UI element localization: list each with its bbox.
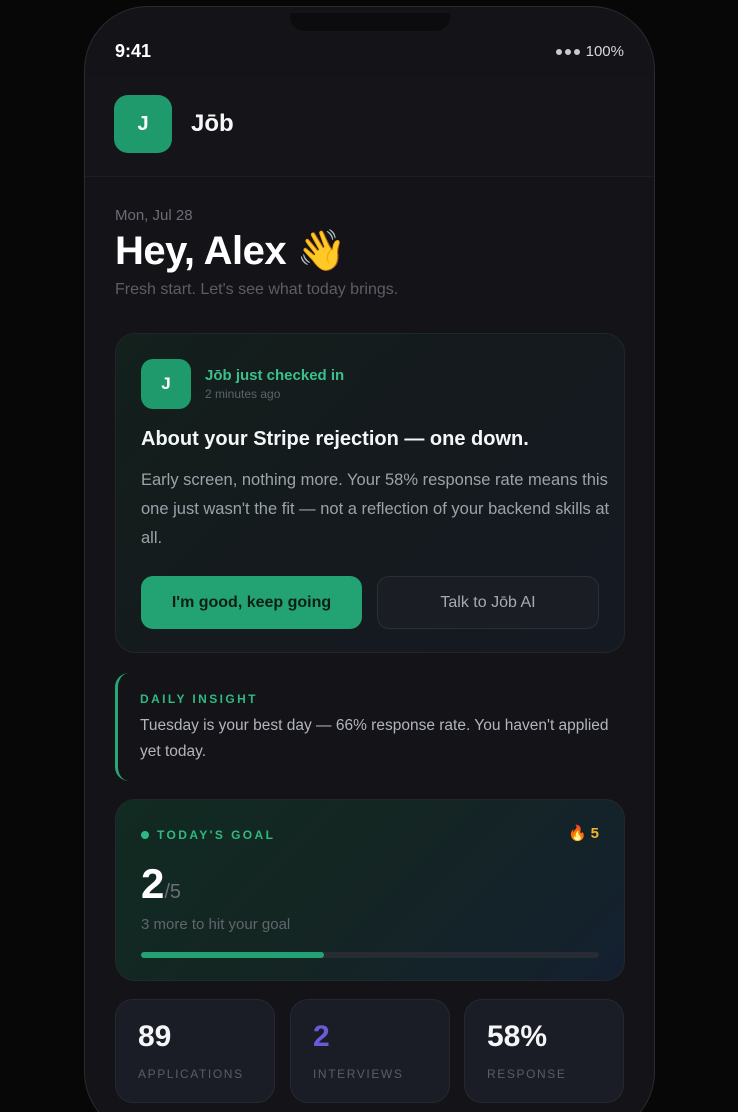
stat-value: 2 — [313, 1020, 330, 1053]
goal-total: /5 — [164, 881, 182, 903]
checkin-avatar: J — [141, 359, 191, 409]
streak-badge: 🔥 5 — [567, 824, 599, 843]
stat-label: RESPONSE — [487, 1067, 567, 1081]
stat-card-response[interactable]: 58% RESPONSE — [464, 999, 624, 1103]
stat-label: INTERVIEWS — [313, 1067, 404, 1081]
stat-card-interviews[interactable]: 2 INTERVIEWS — [290, 999, 450, 1103]
goal-label-text: TODAY'S GOAL — [157, 828, 276, 842]
app-logo[interactable]: J — [114, 95, 172, 153]
checkin-title: About your Stripe rejection — one down. — [141, 428, 529, 450]
waving-hand-icon: 👋 — [296, 229, 347, 273]
checkin-card: J Jōb just checked in 2 minutes ago Abou… — [115, 333, 625, 653]
goal-current: 2 — [141, 860, 165, 907]
signal-icon — [555, 48, 580, 55]
stat-label: APPLICATIONS — [138, 1067, 244, 1081]
goal-progress-bar — [141, 952, 599, 958]
stat-value: 58% — [487, 1020, 548, 1053]
status-bar: 9:41 100% — [85, 37, 654, 67]
todays-goal-card[interactable]: TODAY'S GOAL 🔥 5 2/5 3 more to hit your … — [115, 799, 625, 981]
streak-count: 5 — [590, 824, 599, 842]
goal-progress-fill — [141, 952, 325, 958]
battery-level: 100% — [585, 43, 624, 60]
stat-value: 89 — [138, 1020, 172, 1053]
stats-row: 89 APPLICATIONS 2 INTERVIEWS 58% RESPONS… — [115, 999, 625, 1103]
goal-subtext: 3 more to hit your goal — [141, 916, 291, 933]
app-header: J Jōb — [85, 77, 654, 177]
status-indicators: 100% — [555, 43, 624, 60]
phone-frame: 9:41 100% J Jōb Mon, Jul 28 Hey, Alex 👋 … — [84, 6, 655, 1112]
current-date: Mon, Jul 28 — [115, 207, 193, 224]
insight-accent-bar — [115, 673, 129, 781]
goal-label: TODAY'S GOAL — [141, 828, 275, 842]
stat-card-applications[interactable]: 89 APPLICATIONS — [115, 999, 275, 1103]
greeting-subtitle: Fresh start. Let's see what today brings… — [115, 281, 399, 298]
greeting-title: Hey, Alex 👋 — [115, 227, 347, 274]
talk-to-ai-button[interactable]: Talk to Jōb AI — [377, 576, 599, 629]
notch — [290, 13, 450, 31]
app-title: Jōb — [191, 110, 234, 137]
fire-icon: 🔥 — [567, 825, 587, 842]
goal-progress-count: 2/5 — [141, 860, 181, 908]
checkin-sender: Jōb just checked in — [205, 367, 345, 384]
keep-going-button[interactable]: I'm good, keep going — [141, 576, 362, 629]
status-dot-icon — [141, 831, 149, 839]
checkin-message: Early screen, nothing more. Your 58% res… — [141, 471, 610, 547]
greeting-text: Hey, Alex — [115, 229, 287, 273]
status-time: 9:41 — [115, 41, 152, 61]
insight-label: DAILY INSIGHT — [140, 692, 258, 706]
insight-text: Tuesday is your best day — 66% response … — [140, 717, 609, 760]
checkin-timestamp: 2 minutes ago — [205, 387, 281, 401]
daily-insight: DAILY INSIGHT Tuesday is your best day —… — [115, 673, 625, 781]
